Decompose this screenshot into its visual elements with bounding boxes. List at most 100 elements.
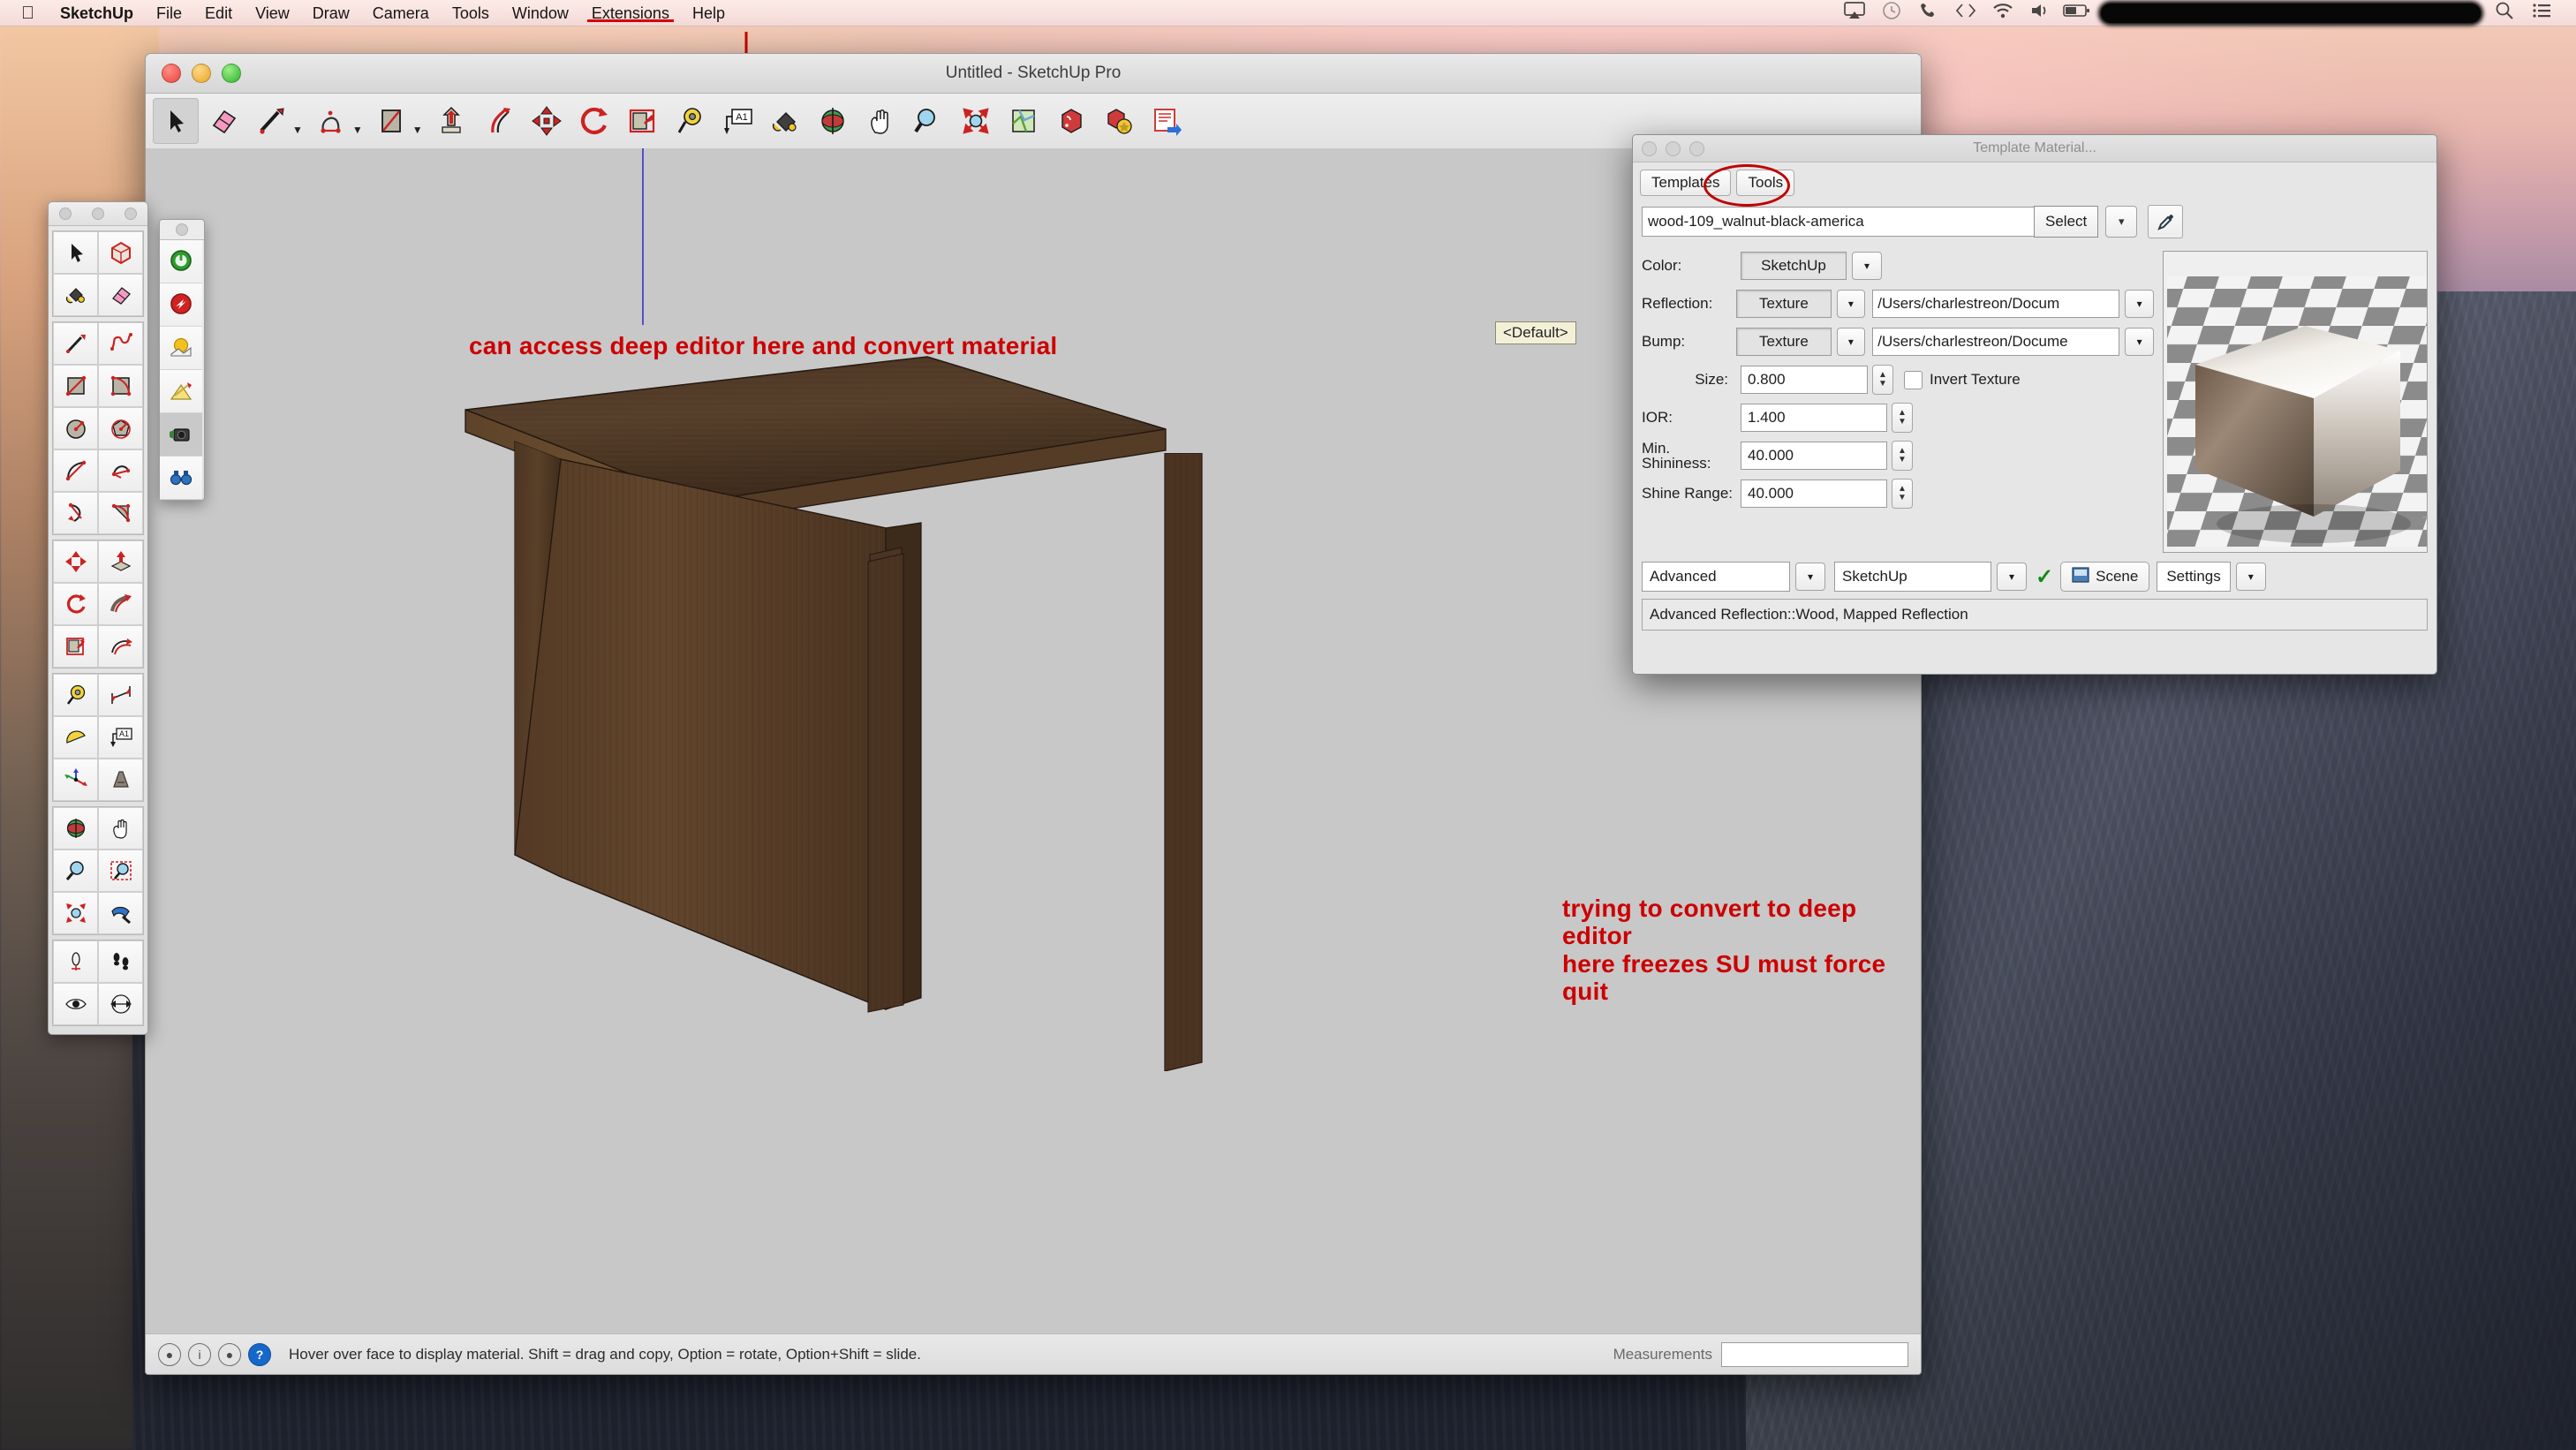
tape-measure-tool[interactable] [53, 674, 98, 716]
reflection-dropdown-caret[interactable]: ▾ [1836, 290, 1866, 318]
shine-range-stepper[interactable]: ▲ ▼ [1892, 479, 1913, 509]
menu-item-tools[interactable]: Tools [441, 4, 501, 23]
text-tool[interactable]: A1 [714, 98, 760, 144]
orbit-tool[interactable] [53, 807, 98, 850]
settings-combo[interactable]: Settings [2157, 562, 2231, 592]
move-tool[interactable] [53, 540, 98, 583]
paint-bucket-tool[interactable] [762, 98, 808, 144]
color-dropdown-caret[interactable]: ▾ [1852, 252, 1882, 280]
eraser-tool[interactable] [200, 98, 246, 144]
menu-item-file[interactable]: File [145, 4, 193, 23]
render-start-icon[interactable] [160, 240, 202, 283]
min-shininess-value[interactable]: 40.000 [1741, 442, 1887, 470]
menu-item-view[interactable]: View [244, 4, 301, 23]
default-scene-tag[interactable]: <Default> [1495, 321, 1576, 344]
reflection-value[interactable]: Texture [1736, 290, 1832, 318]
followme-tool[interactable] [476, 98, 522, 144]
location-icon[interactable]: ● [158, 1342, 181, 1366]
line-tool[interactable] [248, 98, 294, 144]
bump-dropdown-caret[interactable]: ▾ [1836, 328, 1866, 356]
preset-dropdown-caret[interactable]: ▾ [1795, 563, 1825, 591]
axes-tool[interactable] [53, 759, 98, 801]
3d-text-tool[interactable] [98, 759, 143, 801]
pan-tool[interactable] [857, 98, 903, 144]
offset-tool[interactable] [98, 625, 143, 668]
rotate-tool[interactable] [53, 583, 98, 625]
tab-templates[interactable]: Templates [1640, 170, 1732, 196]
notification-center-icon[interactable] [2523, 3, 2560, 24]
color-value[interactable]: SketchUp [1741, 252, 1847, 280]
engine-dropdown-caret[interactable]: ▾ [1997, 563, 2027, 591]
apple-logo-icon[interactable]:  [0, 4, 49, 22]
section-plane-tool[interactable] [98, 983, 143, 1025]
circle-tool[interactable] [53, 407, 98, 449]
ior-stepper[interactable]: ▲ ▼ [1892, 403, 1913, 433]
arc-tool[interactable] [53, 449, 98, 492]
followme-tool[interactable] [98, 583, 143, 625]
airplay-icon[interactable] [1836, 2, 1873, 25]
select-button[interactable]: Select [2034, 206, 2099, 238]
select-tool[interactable] [153, 98, 199, 144]
code-icon[interactable] [1947, 2, 1984, 25]
green-check-icon[interactable]: ✓ [2036, 564, 2053, 590]
arc-tool[interactable] [308, 98, 354, 144]
material-name-input[interactable]: wood-109_walnut-black-america [1642, 207, 2036, 237]
material-preview-cube[interactable]: 7 [2163, 251, 2428, 553]
material-editor-icon[interactable] [160, 370, 202, 413]
polygon-tool[interactable] [98, 407, 143, 449]
two-point-arc-tool[interactable] [98, 449, 143, 492]
dimension-tool[interactable] [98, 674, 143, 716]
look-around-tool[interactable] [53, 983, 98, 1025]
bump-path-caret[interactable]: ▾ [2125, 328, 2154, 356]
pie-tool[interactable] [98, 492, 143, 534]
zoom-tool[interactable] [53, 850, 98, 892]
settings-dropdown-caret[interactable]: ▾ [2235, 563, 2266, 591]
3d-warehouse-tool[interactable] [1048, 98, 1094, 144]
view-options-icon[interactable] [160, 457, 202, 500]
camera-settings-icon[interactable] [160, 413, 202, 457]
volume-icon[interactable] [2021, 2, 2059, 25]
palette-grip[interactable] [49, 202, 147, 226]
select-tool[interactable] [53, 231, 98, 274]
offset-tool[interactable] [619, 98, 665, 144]
rectangle-tool[interactable] [368, 98, 414, 144]
paint-bucket-tool[interactable] [53, 274, 98, 316]
person-icon[interactable]: ● [218, 1342, 241, 1366]
time-machine-icon[interactable] [1873, 1, 1910, 26]
orbit-tool[interactable] [810, 98, 856, 144]
reflection-path-caret[interactable]: ▾ [2125, 290, 2154, 318]
line-tool[interactable] [53, 322, 98, 365]
pushpull-tool[interactable] [98, 540, 143, 583]
rotate-tool[interactable] [571, 98, 617, 144]
three-point-arc-tool[interactable] [53, 492, 98, 534]
menu-item-window[interactable]: Window [501, 4, 580, 23]
tab-tools[interactable]: Tools [1736, 170, 1795, 196]
menu-item-extensions[interactable]: Extensions [580, 4, 681, 23]
zoom-tool[interactable] [905, 98, 951, 144]
menu-item-help[interactable]: Help [681, 4, 737, 23]
shine-range-value[interactable]: 40.000 [1741, 480, 1887, 508]
bump-value[interactable]: Texture [1736, 328, 1832, 356]
move-tool[interactable] [524, 98, 570, 144]
invert-texture-checkbox[interactable] [1904, 370, 1923, 389]
engine-combo[interactable]: SketchUp [1834, 562, 1991, 592]
position-camera-tool[interactable] [53, 940, 98, 983]
help-icon[interactable]: ? [248, 1342, 271, 1366]
rectangle-tool[interactable] [53, 365, 98, 407]
pan-tool[interactable] [98, 807, 143, 850]
menu-item-edit[interactable]: Edit [193, 4, 244, 23]
material-dropdown-caret[interactable]: ▾ [2105, 206, 2138, 238]
menu-item-sketchup[interactable]: SketchUp [49, 4, 145, 23]
ior-value[interactable]: 1.400 [1741, 404, 1887, 432]
sun-light-icon[interactable] [160, 327, 202, 370]
bump-path[interactable]: /Users/charlestreon/Docume [1872, 328, 2120, 356]
protractor-tool[interactable] [53, 716, 98, 759]
preset-combo[interactable]: Advanced [1642, 562, 1790, 592]
menu-item-camera[interactable]: Camera [361, 4, 441, 23]
zoom-window-tool[interactable] [98, 850, 143, 892]
previous-view-tool[interactable] [98, 892, 143, 934]
scene-button[interactable]: Scene [2060, 562, 2150, 592]
battery-icon[interactable] [2059, 3, 2096, 24]
min-shininess-stepper[interactable]: ▲ ▼ [1892, 441, 1913, 471]
eraser-tool[interactable] [98, 274, 143, 316]
